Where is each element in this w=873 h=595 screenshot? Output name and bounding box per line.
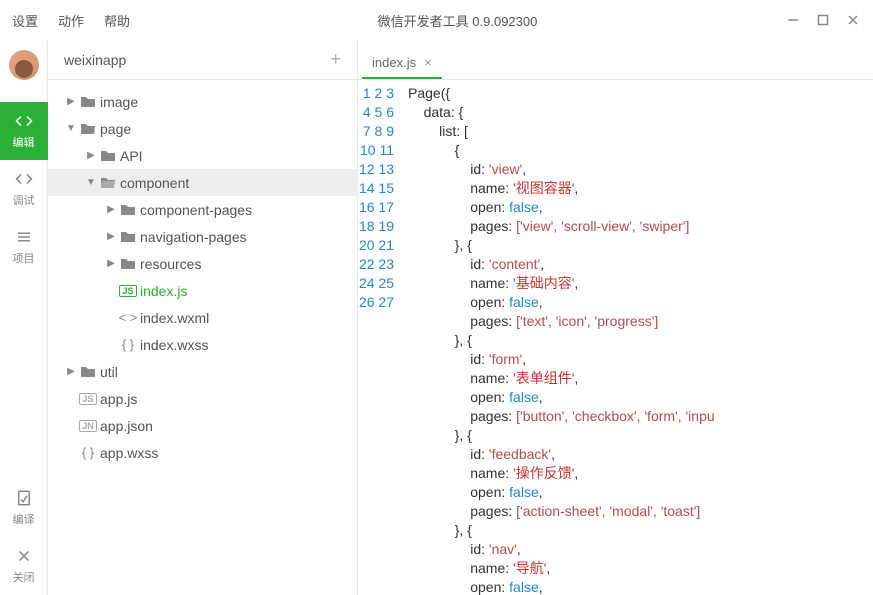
editor-tabs: index.js × (358, 40, 873, 80)
wxss-file-icon: { } (78, 445, 98, 460)
tree-file-app-wxss[interactable]: { }app.wxss (48, 439, 357, 466)
tree-file-app-json[interactable]: JNapp.json (48, 412, 357, 439)
sidebar-item-project[interactable]: 项目 (0, 218, 48, 276)
folder-icon (78, 365, 98, 379)
tree-file-index-js[interactable]: JSindex.js (48, 277, 357, 304)
folder-open-icon (98, 176, 118, 190)
code-content[interactable]: Page({ data: { list: [ { id: 'view', nam… (408, 80, 873, 595)
tree-folder-resources[interactable]: ▶resources (48, 250, 357, 277)
close-icon (15, 547, 33, 565)
folder-icon (78, 95, 98, 109)
sidebar-label: 调试 (13, 192, 35, 208)
wxss-file-icon: { } (118, 337, 138, 352)
menu-help[interactable]: 帮助 (104, 11, 130, 30)
tree-folder-util[interactable]: ▶util (48, 358, 357, 385)
file-explorer: weixinapp + ▶image ▼page ▶API ▼component… (48, 40, 358, 595)
close-icon[interactable] (845, 12, 861, 28)
code-editor[interactable]: 1 2 3 4 5 6 7 8 9 10 11 12 13 14 15 16 1… (358, 80, 873, 595)
tree-file-app-js[interactable]: JSapp.js (48, 385, 357, 412)
title-bar: 设置 动作 帮助 微信开发者工具 0.9.092300 (0, 0, 873, 40)
sidebar-label: 关闭 (13, 569, 35, 585)
project-name: weixinapp (64, 52, 330, 68)
tree-file-index-wxss[interactable]: { }index.wxss (48, 331, 357, 358)
tree-folder-api[interactable]: ▶API (48, 142, 357, 169)
menu-settings[interactable]: 设置 (12, 11, 38, 30)
maximize-icon[interactable] (815, 12, 831, 28)
file-tree: ▶image ▼page ▶API ▼component ▶component-… (48, 80, 357, 595)
tab-label: index.js (372, 55, 416, 70)
folder-icon (118, 203, 138, 217)
js-file-icon: JS (78, 393, 98, 405)
compile-icon (15, 489, 33, 507)
debug-icon (15, 170, 33, 188)
sidebar-label: 编译 (13, 511, 35, 527)
avatar[interactable] (9, 50, 39, 80)
folder-icon (118, 230, 138, 244)
add-file-icon[interactable]: + (330, 49, 341, 70)
tree-folder-page[interactable]: ▼page (48, 115, 357, 142)
folder-open-icon (78, 122, 98, 136)
js-file-icon: JS (118, 285, 138, 297)
tree-folder-component[interactable]: ▼component (48, 169, 357, 196)
sidebar-label: 项目 (13, 250, 35, 266)
tab-index-js[interactable]: index.js × (362, 47, 442, 79)
tree-file-index-wxml[interactable]: < >index.wxml (48, 304, 357, 331)
project-header: weixinapp + (48, 40, 357, 80)
window-controls (785, 12, 861, 28)
editor-panel: index.js × 1 2 3 4 5 6 7 8 9 10 11 12 13… (358, 40, 873, 595)
sidebar-item-edit[interactable]: 编辑 (0, 102, 48, 160)
wxml-file-icon: < > (118, 310, 138, 325)
menu-icon (15, 228, 33, 246)
sidebar-label: 编辑 (13, 134, 35, 150)
json-file-icon: JN (78, 420, 98, 432)
tree-folder-navigation-pages[interactable]: ▶navigation-pages (48, 223, 357, 250)
app-title: 微信开发者工具 0.9.092300 (130, 11, 785, 30)
tree-folder-component-pages[interactable]: ▶component-pages (48, 196, 357, 223)
minimize-icon[interactable] (785, 12, 801, 28)
tab-close-icon[interactable]: × (424, 55, 432, 70)
sidebar-item-debug[interactable]: 调试 (0, 160, 48, 218)
menu-actions[interactable]: 动作 (58, 11, 84, 30)
activity-bar: 编辑 调试 项目 编译 关闭 (0, 40, 48, 595)
sidebar-item-compile[interactable]: 编译 (0, 479, 48, 537)
sidebar-item-close[interactable]: 关闭 (0, 537, 48, 595)
code-icon (15, 112, 33, 130)
folder-icon (98, 149, 118, 163)
tree-folder-image[interactable]: ▶image (48, 88, 357, 115)
menu-bar: 设置 动作 帮助 (12, 11, 130, 30)
line-gutter: 1 2 3 4 5 6 7 8 9 10 11 12 13 14 15 16 1… (358, 80, 408, 595)
folder-icon (118, 257, 138, 271)
